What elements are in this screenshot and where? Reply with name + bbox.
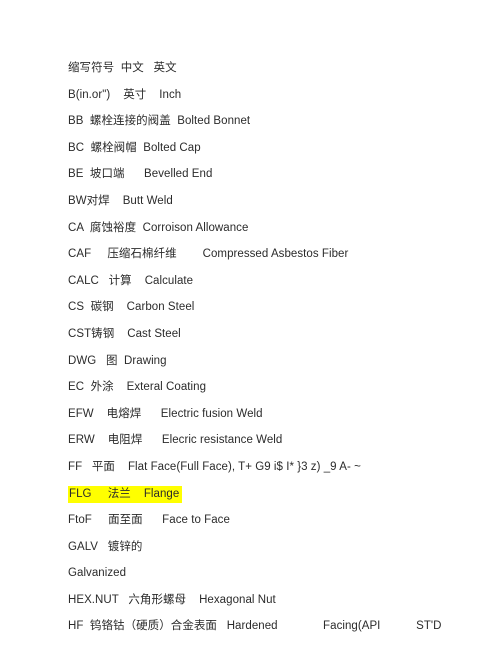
glossary-entry-row: ERW 电阻焊 Elecric resistance Weld [68, 434, 490, 461]
glossary-entry-row: DWG 图 Drawing [68, 355, 490, 382]
entry-text: DWG 图 Drawing [68, 354, 167, 367]
glossary-entry-row: B(in.or") 英寸 Inch [68, 89, 490, 116]
glossary-entry-row: EFW 电熔焊 Electric fusion Weld [68, 408, 490, 435]
glossary-entry-row: BW对焊 Butt Weld [68, 195, 490, 222]
glossary-entry-row: BB 螺栓连接的阀盖 Bolted Bonnet [68, 115, 490, 142]
entry-text: FF 平面 Flat Face(Full Face), T+ G9 i$ I* … [68, 460, 361, 473]
glossary-entry-row: BC 螺栓阀帽 Bolted Cap [68, 142, 490, 169]
glossary-entry-row: HEX.NUT 六角形螺母 Hexagonal Nut [68, 594, 490, 621]
glossary-entry-row: BE 坡口端 Bevelled End [68, 168, 490, 195]
entry-text: Galvanized [68, 567, 127, 580]
document-page: 缩写符号 中文 英文 B(in.or") 英寸 Inch BB 螺栓连接的阀盖 Bo… [0, 0, 500, 637]
glossary-entry-row: GALV 镀锌的 [68, 541, 490, 568]
glossary-entry-row: FLG 法兰 Flange [68, 485, 490, 515]
glossary-entry-row: FtoF 面至面 Face to Face [68, 514, 490, 541]
entry-text: ERW 电阻焊 Elecric resistance Weld [68, 434, 283, 447]
entry-text: B(in.or") 英寸 Inch [68, 88, 182, 101]
entry-text: EFW 电熔焊 Electric fusion Weld [68, 407, 263, 420]
glossary-entry-row: CA 腐蚀裕度 Corroison Allowance [68, 222, 490, 249]
entry-text: 缩写符号 中文 英文 [68, 62, 177, 74]
glossary-entry-row: Galvanized [68, 567, 490, 594]
entry-text: BB 螺栓连接的阀盖 Bolted Bonnet [68, 115, 251, 128]
glossary-entry-row: CS 碳钢 Carbon Steel [68, 301, 490, 328]
glossary-entry-row: CAF 压缩石棉纤维 Compressed Asbestos Fiber [68, 248, 490, 275]
entry-text: HEX.NUT 六角形螺母 Hexagonal Nut [68, 593, 276, 606]
glossary-entry-row: EC 外涂 Exteral Coating [68, 381, 490, 408]
entry-text: BE 坡口端 Bevelled End [68, 168, 213, 181]
glossary-entry-row: HF 钨铬钴（硬质）合金表面 Hardened Facing(API ST'D [68, 620, 490, 647]
entry-text: FtoF 面至面 Face to Face [68, 514, 230, 527]
entry-text: CAF 压缩石棉纤维 Compressed Asbestos Fiber [68, 248, 349, 261]
entry-text: GALV 镀锌的 [68, 540, 143, 553]
entry-text: CST铸钢 Cast Steel [68, 327, 181, 340]
entry-text: EC 外涂 Exteral Coating [68, 381, 207, 394]
entry-text: CS 碳钢 Carbon Steel [68, 301, 195, 314]
highlighted-text: FLG 法兰 Flange [68, 485, 183, 503]
entry-text: BW对焊 Butt Weld [68, 194, 173, 207]
entry-text: CALC 计算 Calculate [68, 274, 194, 287]
entry-text: HF 钨铬钴（硬质）合金表面 Hardened Facing(API ST'D [68, 620, 442, 633]
glossary-entry-row: CALC 计算 Calculate [68, 275, 490, 302]
entry-text: BC 螺栓阀帽 Bolted Cap [68, 141, 201, 154]
glossary-entry-row: FF 平面 Flat Face(Full Face), T+ G9 i$ I* … [68, 461, 490, 488]
entry-text: CA 腐蚀裕度 Corroison Allowance [68, 221, 249, 234]
glossary-header-row: 缩写符号 中文 英文 [68, 62, 490, 89]
abbreviation-glossary-list: 缩写符号 中文 英文 B(in.or") 英寸 Inch BB 螺栓连接的阀盖 Bo… [68, 62, 490, 647]
glossary-entry-row: CST铸钢 Cast Steel [68, 328, 490, 355]
